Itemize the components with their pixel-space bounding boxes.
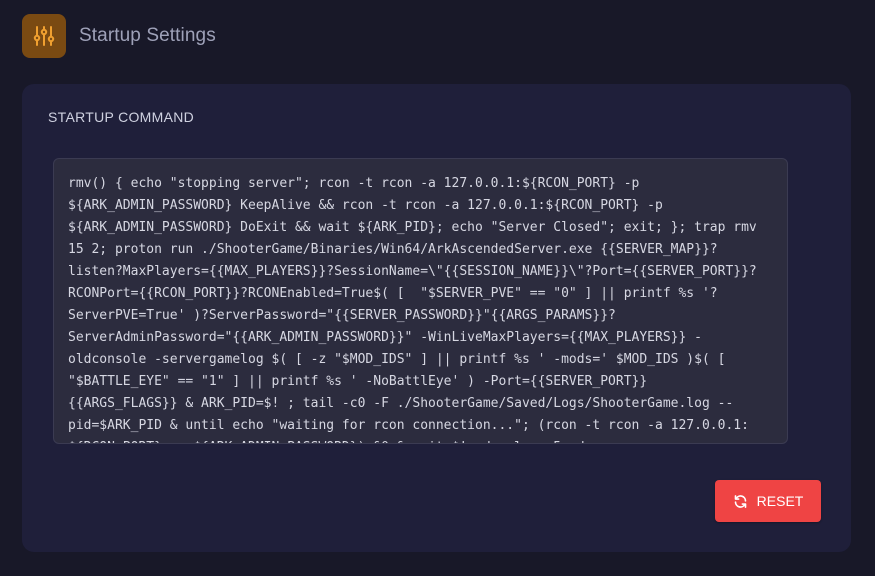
startup-settings-page: Startup Settings STARTUP COMMAND rmv() {… <box>0 0 875 576</box>
startup-command-label: STARTUP COMMAND <box>48 109 195 125</box>
refresh-icon <box>733 494 748 509</box>
reset-button-label: RESET <box>756 493 804 509</box>
startup-command-text[interactable]: rmv() { echo "stopping server"; rcon -t … <box>53 158 788 444</box>
startup-command-card: STARTUP COMMAND rmv() { echo "stopping s… <box>22 84 851 552</box>
page-title: Startup Settings <box>79 25 216 46</box>
sliders-icon <box>22 14 66 58</box>
page-header: Startup Settings <box>22 14 216 58</box>
reset-button[interactable]: RESET <box>715 480 821 522</box>
